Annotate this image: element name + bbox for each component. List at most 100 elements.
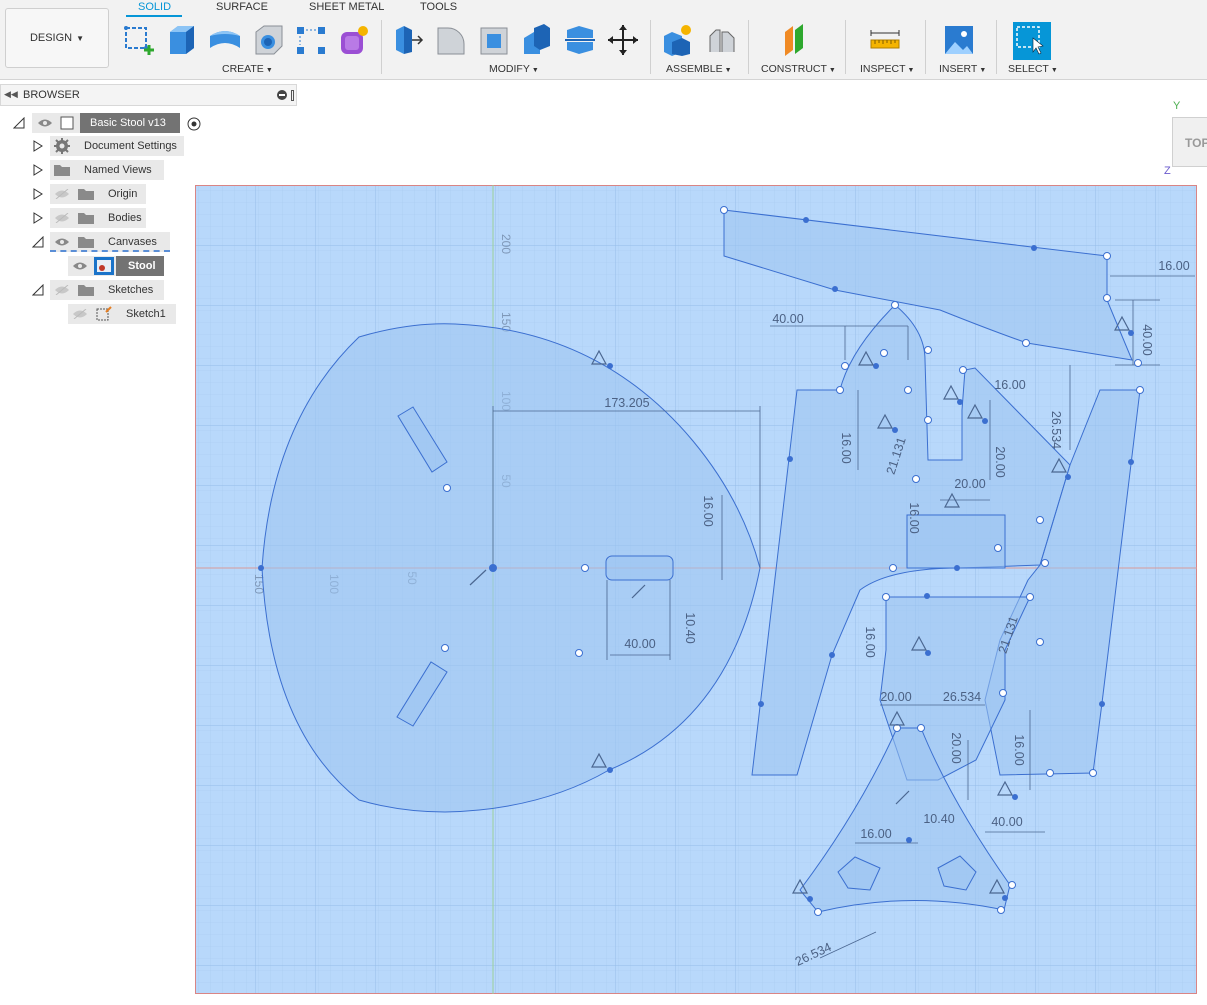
sketch-point — [1099, 701, 1105, 707]
create-form-icon[interactable] — [337, 22, 371, 58]
eye-icon[interactable] — [72, 261, 88, 271]
sketch-point — [758, 701, 764, 707]
select-menu-label: SELECT — [1008, 63, 1049, 75]
browser-item-origin[interactable]: Origin — [50, 184, 146, 204]
pattern-icon[interactable] — [294, 22, 328, 58]
measure-icon[interactable] — [868, 22, 902, 58]
eye-hidden-icon[interactable] — [54, 189, 70, 199]
eye-hidden-icon[interactable] — [54, 213, 70, 223]
tab-solid[interactable]: SOLID — [138, 1, 171, 13]
tab-surface[interactable]: SURFACE — [216, 1, 268, 13]
split-icon[interactable] — [563, 22, 597, 58]
sketch-endpoint — [1036, 516, 1044, 524]
sketch-endpoint — [720, 206, 728, 214]
sketch-endpoint — [994, 544, 1002, 552]
combine-icon[interactable] — [520, 22, 554, 58]
chevron-down-icon: ▼ — [979, 67, 987, 74]
workspace-switcher[interactable]: DESIGN ▼ — [5, 8, 109, 68]
fillet-icon[interactable] — [434, 22, 468, 58]
browser-item-document-settings[interactable]: Document Settings — [50, 136, 184, 156]
new-component-icon[interactable] — [660, 22, 694, 58]
browser-item-sketches[interactable]: Sketches — [50, 280, 164, 300]
eye-hidden-icon[interactable] — [72, 309, 88, 319]
expanded-triangle-icon[interactable] — [32, 284, 44, 296]
dimension-text: 40.00 — [624, 637, 655, 651]
sketch-viewport[interactable]: 200 150 100 50 150 100 50 — [195, 185, 1197, 994]
sketch-endpoint — [1103, 294, 1111, 302]
expanded-triangle-icon[interactable] — [13, 117, 25, 129]
assemble-menu[interactable]: ASSEMBLE ▼ — [666, 63, 732, 75]
pin-icon[interactable] — [291, 90, 294, 101]
component-icon — [60, 116, 74, 130]
collapsed-triangle-icon[interactable] — [32, 140, 44, 152]
dimension-text: 16.00 — [1012, 734, 1026, 765]
sketch-point — [832, 286, 838, 292]
divider — [845, 20, 846, 74]
create-sketch-icon[interactable] — [122, 22, 156, 58]
hole-icon[interactable] — [252, 22, 286, 58]
browser-root-node[interactable]: Basic Stool v13 — [32, 113, 180, 133]
sketch-endpoint — [581, 564, 589, 572]
revolve-icon[interactable] — [208, 22, 242, 58]
joint-icon[interactable] — [704, 22, 738, 58]
tab-sheet-metal[interactable]: SHEET METAL — [309, 1, 384, 13]
minimize-icon[interactable] — [277, 90, 287, 100]
inspect-menu[interactable]: INSPECT ▼ — [860, 63, 914, 75]
dimension-text: 40.00 — [1140, 324, 1154, 355]
fusion-app: DESIGN ▼ SOLID SURFACE SHEET METAL TOOLS… — [0, 0, 1207, 1005]
browser-item-canvases[interactable]: Canvases — [50, 232, 170, 252]
insert-image-icon[interactable] — [942, 22, 976, 58]
axis-z-label: Z — [1164, 165, 1171, 177]
move-icon[interactable] — [606, 22, 640, 58]
chevron-down-icon: ▼ — [907, 67, 915, 74]
collapsed-triangle-icon[interactable] — [32, 188, 44, 200]
dimension-text: 16.00 — [994, 378, 1025, 392]
create-menu[interactable]: CREATE ▼ — [222, 63, 273, 75]
eye-icon[interactable] — [54, 237, 70, 247]
sketch-endpoint — [997, 906, 1005, 914]
expanded-triangle-icon[interactable] — [32, 236, 44, 248]
dimension-text: 16.00 — [701, 495, 715, 526]
construct-menu[interactable]: CONSTRUCT ▼ — [761, 63, 836, 75]
collapsed-triangle-icon[interactable] — [32, 212, 44, 224]
document-settings-label: Document Settings — [84, 140, 177, 152]
extrude-icon[interactable] — [164, 22, 198, 58]
divider — [748, 20, 749, 74]
browser-item-named-views[interactable]: Named Views — [50, 160, 164, 180]
sketch-icon — [96, 306, 112, 321]
collapsed-triangle-icon[interactable] — [32, 164, 44, 176]
create-menu-label: CREATE — [222, 63, 264, 75]
browser-item-bodies[interactable]: Bodies — [50, 208, 146, 228]
sketch-endpoint — [882, 593, 890, 601]
select-menu[interactable]: SELECT ▼ — [1008, 63, 1058, 75]
activate-radio-icon[interactable] — [187, 117, 201, 131]
chevron-down-icon: ▼ — [76, 33, 85, 43]
sketch-point — [924, 593, 930, 599]
shell-icon[interactable] — [477, 22, 511, 58]
browser-item-sketch1[interactable]: Sketch1 — [68, 304, 176, 324]
canvas-image-icon — [94, 257, 114, 275]
sketch-point — [954, 565, 960, 571]
collapse-panel-icon[interactable]: ◀◀ — [4, 89, 18, 100]
sketch-endpoint — [880, 349, 888, 357]
sketch-endpoint — [1134, 359, 1142, 367]
dimension-text: 16.00 — [863, 626, 877, 657]
origin-label: Origin — [108, 188, 138, 200]
eye-icon[interactable] — [37, 118, 53, 128]
insert-menu[interactable]: INSERT ▼ — [939, 63, 986, 75]
dimension-text: 20.00 — [949, 732, 963, 763]
tab-tools[interactable]: TOOLS — [420, 1, 457, 13]
dimension-text: 10.40 — [683, 612, 697, 643]
offset-plane-icon[interactable] — [779, 22, 813, 58]
eye-hidden-icon[interactable] — [54, 285, 70, 295]
select-window-icon[interactable] — [1013, 22, 1051, 60]
sketch-endpoint — [904, 386, 912, 394]
viewcube[interactable]: TOP — [1172, 117, 1207, 167]
browser-item-stool[interactable]: Stool — [68, 256, 164, 276]
sketch-point — [1012, 794, 1018, 800]
press-pull-icon[interactable] — [392, 22, 426, 58]
sketch-origin-point — [489, 564, 497, 572]
dimension-text: 20.00 — [993, 446, 1007, 477]
sketch-endpoint — [959, 366, 967, 374]
modify-menu[interactable]: MODIFY ▼ — [489, 63, 539, 75]
